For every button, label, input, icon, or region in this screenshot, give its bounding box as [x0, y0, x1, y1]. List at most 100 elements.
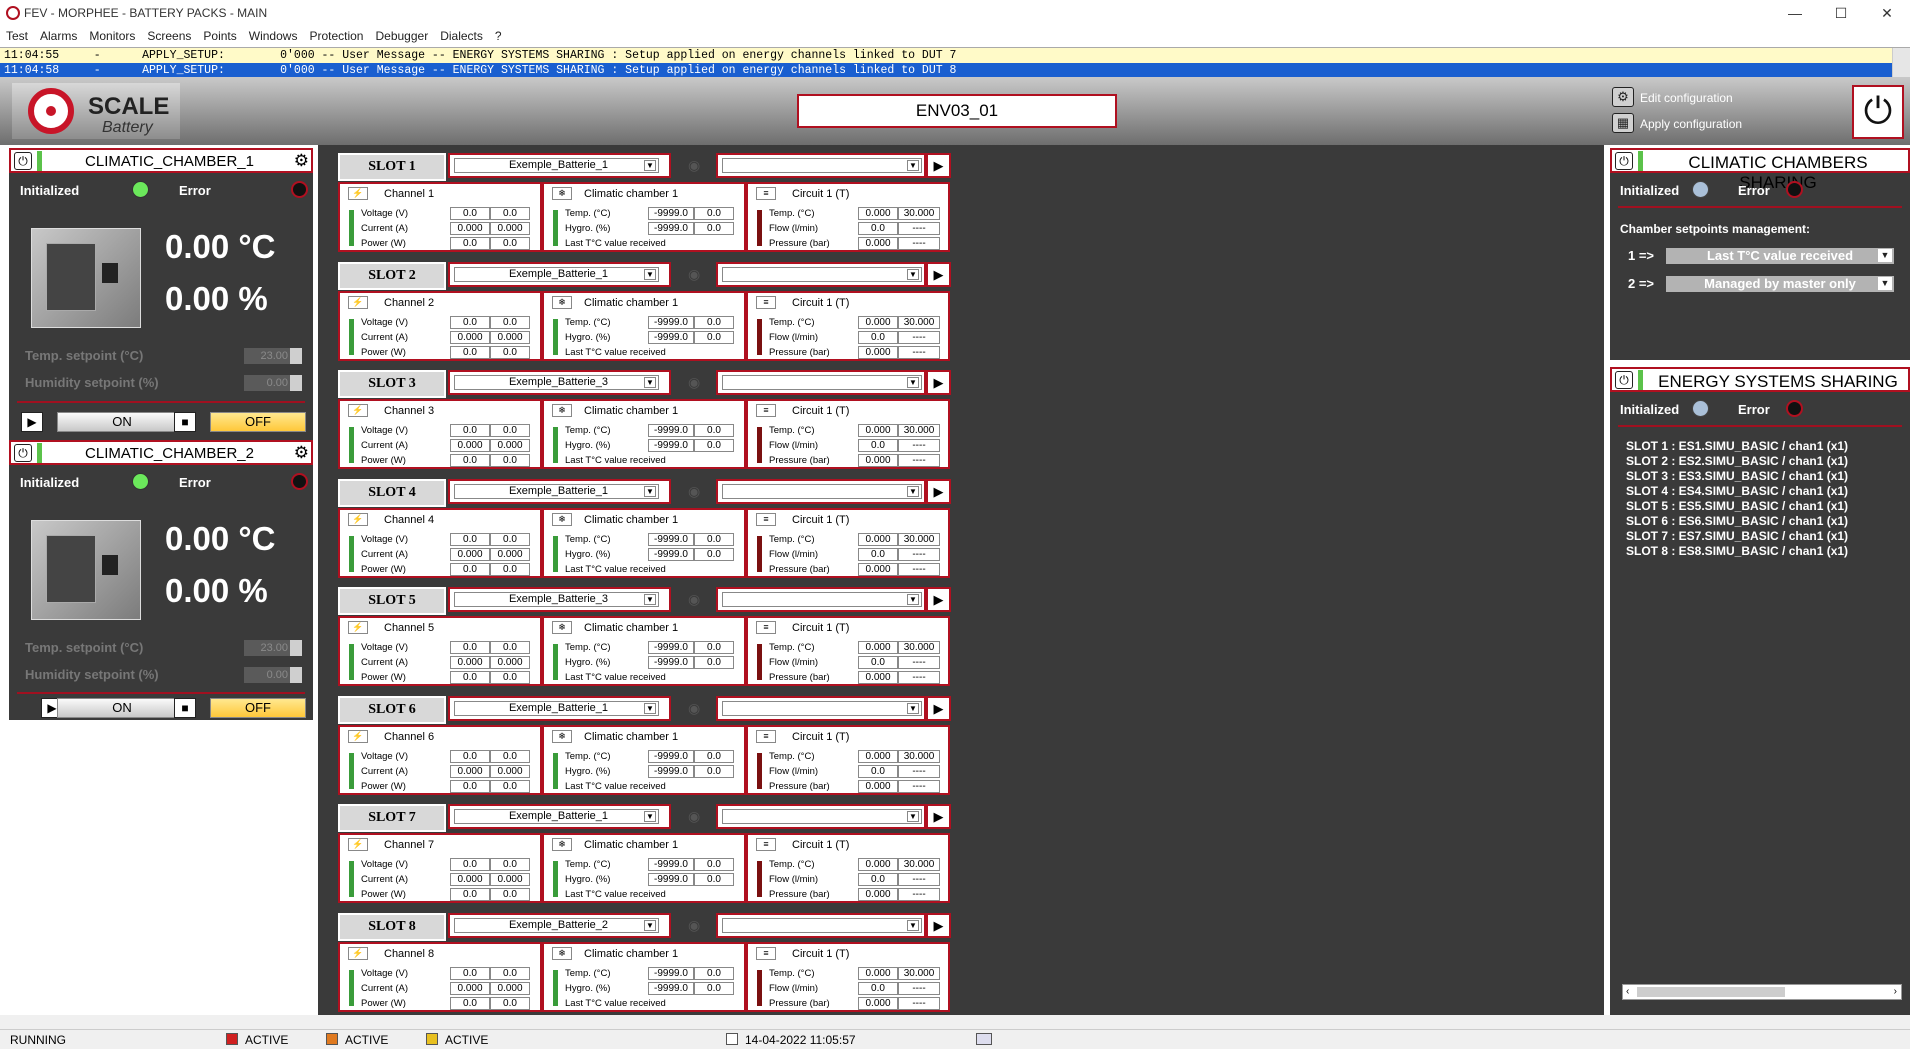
play-slot-button[interactable]: ▶ [926, 912, 951, 938]
temp-setpoint-input[interactable]: 23.00 [244, 640, 302, 656]
battery-selector[interactable]: Exemple_Batterie_1 ▼ [448, 804, 671, 829]
eye-icon[interactable]: ◉ [688, 917, 700, 934]
chevron-down-icon[interactable]: ▼ [907, 811, 919, 822]
chevron-down-icon[interactable]: ▼ [644, 377, 656, 388]
play-slot-button[interactable]: ▶ [926, 261, 951, 287]
gear-icon[interactable]: ⚙ [294, 151, 309, 171]
power-button[interactable]: ⏻ [1852, 85, 1904, 139]
battery-selector[interactable]: Exemple_Batterie_3 ▼ [448, 370, 671, 395]
battery-selector[interactable]: Exemple_Batterie_1 ▼ [448, 153, 671, 178]
secondary-selector[interactable]: ▼ [716, 695, 926, 721]
on-button[interactable]: ON [57, 412, 187, 432]
menu-debugger[interactable]: Debugger [369, 27, 434, 43]
chevron-down-icon[interactable]: ▼ [644, 160, 656, 171]
close-button[interactable]: ✕ [1864, 0, 1910, 27]
menu-dialects[interactable]: Dialects [434, 27, 489, 43]
power-icon[interactable]: ⏻ [1615, 152, 1633, 170]
menu-alarms[interactable]: Alarms [34, 27, 83, 43]
secondary-selector[interactable]: ▼ [716, 804, 926, 829]
off-button[interactable]: OFF [210, 412, 306, 432]
slot-button[interactable]: SLOT 4 [338, 478, 446, 507]
maximize-button[interactable]: ☐ [1818, 0, 1864, 27]
slot-button[interactable]: SLOT 7 [338, 804, 446, 832]
secondary-selector[interactable]: ▼ [716, 153, 926, 178]
chevron-down-icon[interactable]: ▼ [907, 268, 919, 280]
chevron-down-icon[interactable]: ▼ [644, 702, 656, 714]
battery-selector[interactable]: Exemple_Batterie_1 ▼ [448, 478, 671, 504]
eye-icon[interactable]: ◉ [688, 374, 700, 391]
message-log[interactable]: 11:04:55 - APPLY_SETUP: 0'000 -- User Me… [0, 47, 1910, 78]
message-row[interactable]: 11:04:55 - APPLY_SETUP: 0'000 -- User Me… [0, 48, 1892, 63]
chevron-down-icon[interactable]: ▼ [644, 919, 656, 931]
eye-icon[interactable]: ◉ [688, 591, 700, 608]
menu-help[interactable]: ? [489, 27, 508, 43]
message-row-selected[interactable]: 11:04:58 - APPLY_SETUP: 0'000 -- User Me… [0, 63, 1892, 78]
battery-selector[interactable]: Exemple_Batterie_1 ▼ [448, 261, 671, 287]
chevron-down-icon[interactable]: ▼ [907, 485, 919, 497]
power-icon[interactable]: ⏻ [14, 444, 32, 462]
play-slot-button[interactable]: ▶ [926, 804, 951, 829]
play-slot-button[interactable]: ▶ [926, 370, 951, 395]
play-slot-button[interactable]: ▶ [926, 478, 951, 504]
setpoint-rule-select-1[interactable]: Last T°C value received ▼ [1666, 248, 1894, 264]
secondary-selector[interactable]: ▼ [716, 587, 926, 612]
eye-icon[interactable]: ◉ [688, 700, 700, 717]
edit-configuration-link[interactable]: Edit configuration [1640, 91, 1733, 105]
message-scrollbar[interactable] [1892, 48, 1910, 78]
play-slot-button[interactable]: ▶ [926, 153, 951, 178]
scroll-left-icon[interactable]: ‹ [1626, 986, 1629, 997]
grid-icon[interactable]: ▦ [1612, 113, 1634, 133]
chevron-down-icon[interactable]: ▼ [907, 377, 919, 388]
chevron-down-icon[interactable]: ▼ [644, 485, 656, 497]
secondary-selector[interactable]: ▼ [716, 912, 926, 938]
menu-windows[interactable]: Windows [243, 27, 304, 43]
secondary-selector[interactable]: ▼ [716, 370, 926, 395]
chevron-down-icon[interactable]: ▼ [644, 594, 656, 605]
apply-configuration-link[interactable]: Apply configuration [1640, 117, 1742, 131]
minimize-button[interactable]: — [1772, 0, 1818, 27]
on-button[interactable]: ON [57, 698, 187, 718]
keyboard-icon[interactable] [976, 1033, 992, 1045]
chevron-down-icon[interactable]: ▼ [907, 594, 919, 605]
power-icon[interactable]: ⏻ [1615, 371, 1633, 389]
slot-button[interactable]: SLOT 8 [338, 912, 446, 941]
battery-selector[interactable]: Exemple_Batterie_2 ▼ [448, 912, 671, 938]
secondary-selector[interactable]: ▼ [716, 478, 926, 504]
slot-button[interactable]: SLOT 5 [338, 587, 446, 615]
temp-setpoint-input[interactable]: 23.00 [244, 348, 302, 364]
battery-selector[interactable]: Exemple_Batterie_1 ▼ [448, 695, 671, 721]
scroll-thumb[interactable] [1637, 987, 1785, 997]
gear-icon[interactable]: ⚙ [1612, 87, 1634, 107]
menu-monitors[interactable]: Monitors [83, 27, 141, 43]
chevron-down-icon[interactable]: ▼ [907, 702, 919, 714]
slot-button[interactable]: SLOT 2 [338, 261, 446, 290]
chevron-down-icon[interactable]: ▼ [907, 919, 919, 931]
secondary-selector[interactable]: ▼ [716, 261, 926, 287]
gear-icon[interactable]: ⚙ [294, 443, 309, 463]
menu-protection[interactable]: Protection [303, 27, 369, 43]
eye-icon[interactable]: ◉ [688, 157, 700, 174]
play-slot-button[interactable]: ▶ [926, 695, 951, 721]
slot-button[interactable]: SLOT 1 [338, 153, 446, 181]
humidity-setpoint-input[interactable]: 0.00 [244, 667, 302, 683]
play-button[interactable]: ▶ [21, 412, 43, 432]
chevron-down-icon[interactable]: ▼ [907, 160, 919, 171]
chevron-down-icon[interactable]: ▼ [644, 268, 656, 280]
eye-icon[interactable]: ◉ [688, 808, 700, 825]
slot-button[interactable]: SLOT 6 [338, 695, 446, 724]
chevron-down-icon[interactable]: ▼ [1878, 249, 1892, 262]
off-button[interactable]: OFF [210, 698, 306, 718]
power-icon[interactable]: ⏻ [14, 152, 32, 170]
menu-test[interactable]: Test [0, 27, 34, 43]
battery-selector[interactable]: Exemple_Batterie_3 ▼ [448, 587, 671, 612]
humidity-setpoint-input[interactable]: 0.00 [244, 375, 302, 391]
eye-icon[interactable]: ◉ [688, 483, 700, 500]
stop-button[interactable]: ■ [174, 412, 196, 432]
chevron-down-icon[interactable]: ▼ [644, 811, 656, 822]
play-slot-button[interactable]: ▶ [926, 587, 951, 612]
eye-icon[interactable]: ◉ [688, 266, 700, 283]
menu-points[interactable]: Points [197, 27, 242, 43]
slot-button[interactable]: SLOT 3 [338, 370, 446, 398]
chevron-down-icon[interactable]: ▼ [1878, 277, 1892, 290]
horizontal-scrollbar[interactable]: ‹ › [1622, 984, 1902, 1000]
